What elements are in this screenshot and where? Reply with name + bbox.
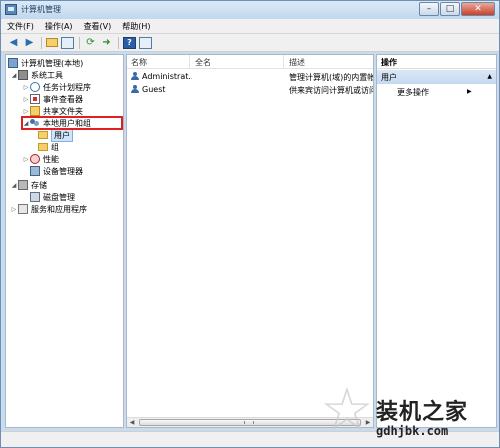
- tree-item-performance[interactable]: ▷ 性能: [22, 153, 59, 165]
- toolbar-separator: [118, 36, 119, 49]
- computer-management-window: 计算机管理 – □ ✕ 文件(F) 操作(A) 查看(V) 帮助(H) ◀ ▶ …: [0, 0, 500, 448]
- tree-item-event-viewer[interactable]: ▷ 事件查看器: [22, 93, 83, 105]
- submenu-arrow-icon: ▶: [467, 88, 472, 95]
- watermark-star-icon: ☆: [320, 375, 374, 445]
- services-icon: [18, 204, 28, 214]
- title-bar: 计算机管理 – □ ✕: [1, 1, 499, 19]
- watermark-url: gdhjbk.com: [376, 424, 449, 438]
- column-header-description[interactable]: 描述: [289, 57, 305, 68]
- menu-file[interactable]: 文件(F): [7, 21, 34, 32]
- toolbar-separator: [41, 36, 42, 49]
- folder-icon: [38, 143, 48, 151]
- menu-help[interactable]: 帮助(H): [122, 21, 150, 32]
- red-highlight-box: [21, 116, 123, 130]
- computer-management-icon: [5, 4, 17, 15]
- tree-pane: 计算机管理(本地) ◢ 系统工具 ▷ 任务计划程序 ▷ 事件查看器 ▷ 共享文件…: [5, 54, 124, 428]
- disk-icon: [30, 192, 40, 202]
- toolbar-separator: [79, 36, 80, 49]
- list-row-guest[interactable]: Guest 供来宾访问计算机或访问域: [127, 84, 373, 96]
- column-divider[interactable]: [283, 55, 284, 69]
- tree-item-services-apps[interactable]: ▷ 服务和应用程序: [10, 203, 87, 215]
- export-list-icon[interactable]: ➜: [100, 37, 113, 49]
- list-header: 名称 全名 描述: [127, 55, 373, 69]
- tree-item-groups[interactable]: 组: [38, 141, 59, 153]
- column-divider[interactable]: [189, 55, 190, 69]
- user-icon: [131, 85, 140, 94]
- tree-item-disk-management[interactable]: 磁盘管理: [30, 191, 75, 203]
- collapsed-arrow-icon[interactable]: ▷: [10, 206, 18, 213]
- scroll-left-icon[interactable]: ◀: [127, 418, 137, 427]
- computer-icon: [8, 58, 18, 68]
- watermark-title: 装机之家: [376, 399, 469, 425]
- menu-view[interactable]: 查看(V): [84, 21, 112, 32]
- tree-item-system-tools[interactable]: ◢ 系统工具: [10, 69, 63, 81]
- collapsed-arrow-icon[interactable]: ▷: [22, 108, 30, 115]
- collapse-triangle-icon[interactable]: ▲: [487, 73, 492, 80]
- tree-item-storage[interactable]: ◢ 存储: [10, 179, 47, 191]
- row-description: 管理计算机(域)的内置帐户: [289, 73, 373, 82]
- list-row-administrator[interactable]: Administrat... 管理计算机(域)的内置帐户: [127, 71, 373, 83]
- show-hide-tree-icon[interactable]: [61, 36, 74, 49]
- row-description: 供来宾访问计算机或访问域: [289, 86, 373, 95]
- expanded-arrow-icon[interactable]: ◢: [10, 182, 18, 189]
- column-header-name[interactable]: 名称: [131, 57, 147, 68]
- row-name: Administrat...: [142, 72, 192, 81]
- collapsed-arrow-icon[interactable]: ▷: [22, 84, 30, 91]
- collapsed-arrow-icon[interactable]: ▷: [22, 156, 30, 163]
- window-title: 计算机管理: [21, 5, 61, 14]
- tree-item-task-scheduler[interactable]: ▷ 任务计划程序: [22, 81, 91, 93]
- actions-section-users[interactable]: 用户 ▲: [377, 70, 496, 84]
- maximize-button[interactable]: □: [440, 2, 460, 16]
- storage-icon: [18, 180, 28, 190]
- users-list-pane: 名称 全名 描述 Administrat... 管理计算机(域)的内置帐户 Gu…: [126, 54, 374, 428]
- tree-item-root[interactable]: 计算机管理(本地): [8, 57, 83, 69]
- toolbar: ◀ ▶ ⟳ ➜ ?: [1, 34, 499, 52]
- minimize-button[interactable]: –: [419, 2, 439, 16]
- more-actions-item[interactable]: 更多操作 ▶: [397, 87, 472, 98]
- actions-pane: 操作 用户 ▲ 更多操作 ▶: [376, 54, 497, 428]
- forward-arrow-icon[interactable]: ▶: [23, 37, 36, 49]
- row-name: Guest: [142, 85, 166, 94]
- close-button[interactable]: ✕: [461, 2, 495, 16]
- tree-item-users[interactable]: 用户: [38, 128, 73, 142]
- up-folder-icon[interactable]: [46, 38, 58, 47]
- shared-folder-icon: [30, 106, 40, 116]
- tools-icon: [18, 70, 28, 80]
- user-icon: [131, 72, 140, 81]
- tree-item-device-manager[interactable]: 设备管理器: [30, 165, 83, 177]
- menu-bar: 文件(F) 操作(A) 查看(V) 帮助(H): [1, 19, 499, 34]
- show-hide-action-pane-icon[interactable]: [139, 36, 152, 49]
- actions-title: 操作: [377, 55, 496, 69]
- help-icon[interactable]: ?: [123, 36, 136, 49]
- menu-action[interactable]: 操作(A): [45, 21, 73, 32]
- refresh-icon[interactable]: ⟳: [84, 37, 97, 49]
- clock-icon: [30, 82, 40, 92]
- event-log-icon: [30, 94, 40, 104]
- performance-icon: [30, 154, 40, 164]
- column-header-fullname[interactable]: 全名: [195, 57, 211, 68]
- collapsed-arrow-icon[interactable]: ▷: [22, 96, 30, 103]
- back-arrow-icon[interactable]: ◀: [7, 37, 20, 49]
- device-manager-icon: [30, 166, 40, 176]
- expanded-arrow-icon[interactable]: ◢: [10, 72, 18, 79]
- folder-icon: [38, 131, 48, 139]
